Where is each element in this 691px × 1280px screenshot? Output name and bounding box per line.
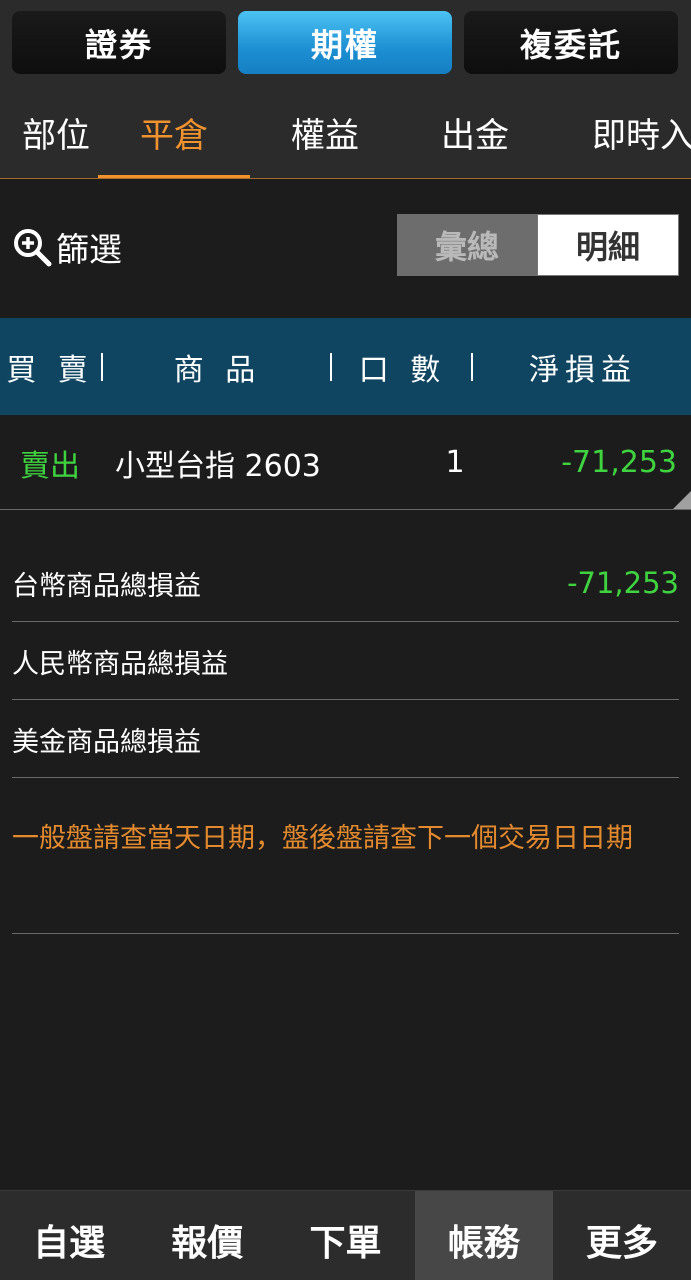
nav-quotes[interactable]: 報價 <box>138 1191 276 1280</box>
filter-label: 篩選 <box>56 230 122 269</box>
active-tab-indicator <box>98 175 250 178</box>
row-corner-indicator <box>673 491 691 509</box>
account-tab-row: 部位 平倉 權益 出金 即時入 <box>0 85 691 179</box>
view-toggle: 彙總 明細 <box>397 214 679 276</box>
row-net-pnl: -71,253 <box>561 445 677 480</box>
column-header-product: 商 品 <box>173 352 262 388</box>
summary-label: 台幣商品總損益 <box>12 570 201 602</box>
summary-view-button[interactable]: 彙總 <box>397 214 537 276</box>
bottom-navigation: 自選 報價 下單 帳務 更多 <box>0 1190 691 1280</box>
summary-value: -71,253 <box>567 566 679 600</box>
app-root: 證券 期權 複委託 部位 平倉 權益 出金 即時入 篩選 彙總 明細 買 賣 商… <box>0 0 691 1280</box>
column-header-net-pnl: 淨損益 <box>529 352 637 388</box>
table-row[interactable]: 賣出 小型台指 2603 1 -71,253 <box>0 415 691 510</box>
tab-equity[interactable]: 權益 <box>250 85 400 178</box>
tab-instant-deposit[interactable]: 即時入 <box>560 85 691 178</box>
segment-futures-options[interactable]: 期權 <box>238 11 452 74</box>
summary-row-usd: 美金商品總損益 <box>12 701 679 778</box>
nav-more[interactable]: 更多 <box>553 1191 691 1280</box>
row-product: 小型台指 2603 <box>115 448 321 484</box>
tab-closed-positions[interactable]: 平倉 <box>98 85 250 178</box>
tab-positions[interactable]: 部位 <box>0 85 90 178</box>
top-segment-bar: 證券 期權 複委託 <box>0 0 691 85</box>
column-divider <box>330 353 332 381</box>
detail-view-button[interactable]: 明細 <box>537 214 679 276</box>
tab-withdrawal[interactable]: 出金 <box>400 85 550 178</box>
zoom-in-icon <box>14 229 52 267</box>
filter-button[interactable]: 篩選 <box>12 222 122 272</box>
column-header-side: 買 賣 <box>6 352 94 388</box>
row-quantity: 1 <box>445 445 465 480</box>
row-side: 賣出 <box>20 448 80 484</box>
summary-row-twd: 台幣商品總損益 -71,253 <box>12 545 679 622</box>
date-notice: 一般盤請查當天日期，盤後盤請查下一個交易日日期 <box>12 815 679 934</box>
summary-row-cny: 人民幣商品總損益 <box>12 623 679 700</box>
column-divider <box>471 353 473 381</box>
nav-watchlist[interactable]: 自選 <box>0 1191 138 1280</box>
summary-label: 人民幣商品總損益 <box>12 648 228 680</box>
segment-sub-brokerage[interactable]: 複委託 <box>464 11 678 74</box>
nav-account[interactable]: 帳務 <box>414 1191 553 1280</box>
segment-securities[interactable]: 證券 <box>12 11 226 74</box>
nav-order[interactable]: 下單 <box>276 1191 414 1280</box>
column-header-quantity: 口 數 <box>358 352 447 388</box>
summary-label: 美金商品總損益 <box>12 726 201 758</box>
table-header: 買 賣 商 品 口 數 淨損益 <box>0 318 691 415</box>
column-divider <box>101 353 103 381</box>
